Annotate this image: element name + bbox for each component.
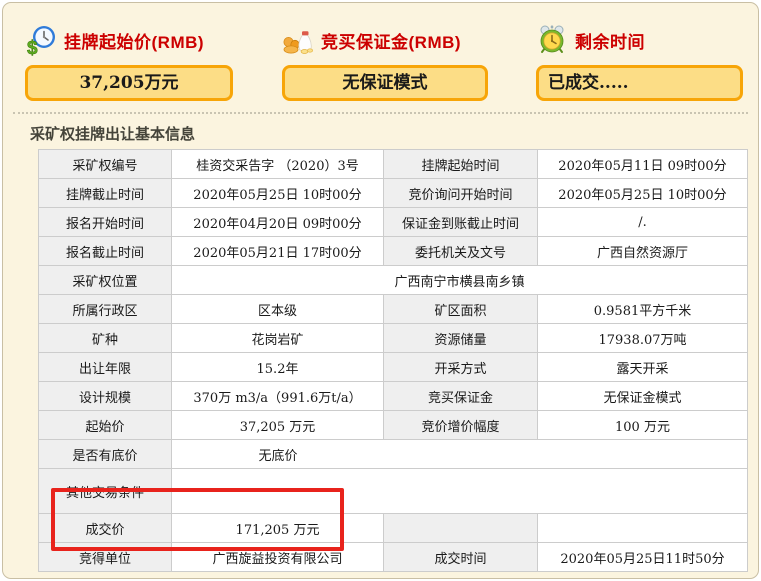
remaining-time-box: 已成交..... — [536, 65, 743, 101]
row-value-cell: 2020年05月25日11时50分 — [538, 543, 748, 572]
deposit-header: 竞买保证金(RMB) — [282, 21, 488, 59]
row-value-cell: 露天开采 — [538, 353, 748, 382]
table-row: 其他交易条件 — [39, 469, 748, 514]
table-row: 竞得单位广西旋益投资有限公司成交时间2020年05月25日11时50分 — [39, 543, 748, 572]
table-row: 挂牌截止时间2020年05月25日 10时00分竞价询问开始时间2020年05月… — [39, 179, 748, 208]
price-clock-icon: $ — [25, 24, 57, 56]
deposit-money-bag-icon — [282, 24, 314, 56]
row-label-cell: 起始价 — [39, 411, 172, 440]
row-value-cell: 370万 m3/a（991.6万t/a） — [172, 382, 384, 411]
row-value-cell: 广西南宁市横县南乡镇 — [172, 266, 748, 295]
row-label-cell: 委托机关及文号 — [384, 237, 538, 266]
row-value-text: 无底价 — [172, 445, 384, 464]
row-label-cell: 所属行政区 — [39, 295, 172, 324]
row-label-cell: 出让年限 — [39, 353, 172, 382]
row-label-cell: 采矿权编号 — [39, 150, 172, 179]
table-row: 起始价37,205 万元竞价增价幅度100 万元 — [39, 411, 748, 440]
row-value-cell: 无保证金模式 — [538, 382, 748, 411]
row-label-cell: 成交时间 — [384, 543, 538, 572]
row-value-cell: 广西旋益投资有限公司 — [172, 543, 384, 572]
table-row: 所属行政区区本级矿区面积0.9581平方千米 — [39, 295, 748, 324]
row-value-cell: 171,205 万元 — [172, 514, 384, 543]
start-price-section: $ 挂牌起始价(RMB) 37,205万元 — [25, 21, 233, 101]
row-value-cell: 2020年05月25日 10时00分 — [172, 179, 384, 208]
table-row: 出让年限15.2年开采方式露天开采 — [39, 353, 748, 382]
start-price-label: 挂牌起始价(RMB) — [64, 28, 204, 53]
row-label-cell: 采矿权位置 — [39, 266, 172, 295]
row-value-cell: 区本级 — [172, 295, 384, 324]
deposit-mode-box: 无保证模式 — [282, 65, 488, 101]
table-row: 采矿权位置广西南宁市横县南乡镇 — [39, 266, 748, 295]
row-label-cell: 是否有底价 — [39, 440, 172, 469]
row-value-cell: 17938.07万吨 — [538, 324, 748, 353]
table-row: 是否有底价无底价 — [39, 440, 748, 469]
row-label-cell: 设计规模 — [39, 382, 172, 411]
start-price-box: 37,205万元 — [25, 65, 233, 101]
start-price-header: $ 挂牌起始价(RMB) — [25, 21, 233, 59]
alarm-clock-icon — [536, 24, 568, 56]
row-value-cell: /. — [538, 208, 748, 237]
deposit-label: 竞买保证金(RMB) — [321, 28, 461, 53]
row-label-cell: 矿种 — [39, 324, 172, 353]
row-label-cell: 报名开始时间 — [39, 208, 172, 237]
row-value-cell: 2020年05月21日 17时00分 — [172, 237, 384, 266]
row-value-cell: 15.2年 — [172, 353, 384, 382]
row-value-cell — [538, 514, 748, 543]
svg-text:$: $ — [27, 38, 38, 56]
row-value-cell: 无底价 — [172, 440, 748, 469]
row-label-cell: 竞买保证金 — [384, 382, 538, 411]
section-title: 采矿权挂牌出让基本信息 — [30, 123, 195, 144]
row-label-cell: 开采方式 — [384, 353, 538, 382]
row-label-cell: 报名截止时间 — [39, 237, 172, 266]
row-value-cell: 桂资交采告字 （2020）3号 — [172, 150, 384, 179]
row-label-cell: 竞价询问开始时间 — [384, 179, 538, 208]
row-value-cell: 花岗岩矿 — [172, 324, 384, 353]
table-row: 矿种花岗岩矿资源储量17938.07万吨 — [39, 324, 748, 353]
row-label-cell: 挂牌起始时间 — [384, 150, 538, 179]
table-row: 报名截止时间2020年05月21日 17时00分委托机关及文号广西自然资源厅 — [39, 237, 748, 266]
remaining-time-header: 剩余时间 — [536, 21, 743, 59]
row-value-cell: 2020年05月25日 10时00分 — [538, 179, 748, 208]
deposit-section: 竞买保证金(RMB) 无保证模式 — [282, 21, 488, 101]
row-label-cell: 成交价 — [39, 514, 172, 543]
row-label-cell: 竞得单位 — [39, 543, 172, 572]
table-row: 成交价171,205 万元 — [39, 514, 748, 543]
row-label-cell: 矿区面积 — [384, 295, 538, 324]
table-row: 采矿权编号桂资交采告字 （2020）3号挂牌起始时间2020年05月11日 09… — [39, 150, 748, 179]
row-label-cell: 资源储量 — [384, 324, 538, 353]
auction-detail-panel: $ 挂牌起始价(RMB) 37,205万元 竞买保证金(RMB) — [2, 2, 759, 579]
table-row: 设计规模370万 m3/a（991.6万t/a）竞买保证金无保证金模式 — [39, 382, 748, 411]
row-label-cell: 保证金到账截止时间 — [384, 208, 538, 237]
table-row: 报名开始时间2020年04月20日 09时00分保证金到账截止时间/. — [39, 208, 748, 237]
remaining-time-section: 剩余时间 已成交..... — [536, 21, 743, 101]
header-divider — [13, 112, 748, 114]
row-value-cell: 2020年05月11日 09时00分 — [538, 150, 748, 179]
remaining-time-label: 剩余时间 — [575, 28, 645, 53]
row-value-cell: 2020年04月20日 09时00分 — [172, 208, 384, 237]
row-value-cell — [172, 469, 748, 514]
row-label-cell: 其他交易条件 — [39, 469, 172, 514]
row-label-cell — [384, 514, 538, 543]
info-table-body: 采矿权编号桂资交采告字 （2020）3号挂牌起始时间2020年05月11日 09… — [39, 150, 748, 572]
row-value-cell: 广西自然资源厅 — [538, 237, 748, 266]
row-value-cell: 37,205 万元 — [172, 411, 384, 440]
info-table: 采矿权编号桂资交采告字 （2020）3号挂牌起始时间2020年05月11日 09… — [38, 149, 748, 572]
row-value-cell: 100 万元 — [538, 411, 748, 440]
row-value-cell: 0.9581平方千米 — [538, 295, 748, 324]
row-label-cell: 挂牌截止时间 — [39, 179, 172, 208]
row-label-cell: 竞价增价幅度 — [384, 411, 538, 440]
